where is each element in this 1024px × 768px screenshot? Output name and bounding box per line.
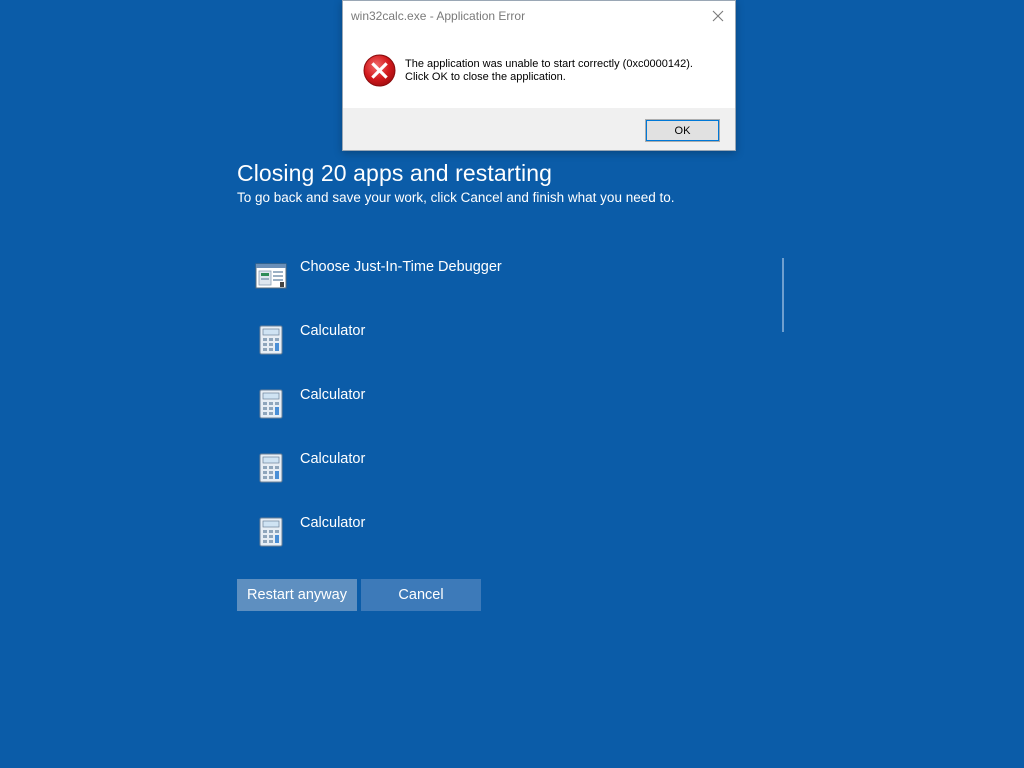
application-error-dialog: win32calc.exe - Application Error The ap…	[342, 0, 736, 151]
close-button[interactable]	[701, 1, 735, 31]
app-item-jit-debugger: Choose Just-In-Time Debugger	[237, 254, 783, 318]
debugger-window-icon	[255, 260, 287, 292]
calculator-icon	[255, 452, 287, 484]
dialog-message-line2: Click OK to close the application.	[405, 71, 566, 83]
app-list: Choose Just-In-Time Debugger Calculator	[237, 254, 783, 554]
dialog-message-line1: The application was unable to start corr…	[405, 58, 693, 70]
dialog-message: The application was unable to start corr…	[405, 58, 693, 84]
calculator-icon	[255, 324, 287, 356]
page-subtitle: To go back and save your work, click Can…	[237, 190, 675, 205]
dialog-body: The application was unable to start corr…	[343, 31, 735, 109]
restart-panel: Closing 20 apps and restarting To go bac…	[237, 158, 797, 611]
error-icon	[363, 54, 396, 87]
cancel-button[interactable]: Cancel	[361, 579, 481, 611]
page-title: Closing 20 apps and restarting	[237, 160, 552, 186]
restart-anyway-button[interactable]: Restart anyway	[237, 579, 357, 611]
dialog-titlebar[interactable]: win32calc.exe - Application Error	[343, 1, 735, 31]
app-item-calculator: Calculator	[237, 510, 783, 554]
calculator-icon	[255, 516, 287, 548]
app-item-calculator: Calculator	[237, 382, 783, 446]
app-item-label: Calculator	[300, 387, 366, 403]
close-icon	[712, 10, 724, 22]
calculator-icon	[255, 388, 287, 420]
ok-button[interactable]: OK	[645, 119, 720, 142]
app-item-label: Calculator	[300, 323, 366, 339]
app-item-label: Calculator	[300, 515, 366, 531]
action-buttons: Restart anyway Cancel	[237, 579, 481, 611]
app-item-label: Calculator	[300, 451, 366, 467]
app-item-calculator: Calculator	[237, 446, 783, 510]
dialog-footer: OK	[343, 108, 735, 150]
app-list-scrollbar[interactable]	[782, 258, 784, 332]
dialog-title: win32calc.exe - Application Error	[351, 9, 526, 23]
app-item-calculator: Calculator	[237, 318, 783, 382]
app-item-label: Choose Just-In-Time Debugger	[300, 259, 502, 275]
